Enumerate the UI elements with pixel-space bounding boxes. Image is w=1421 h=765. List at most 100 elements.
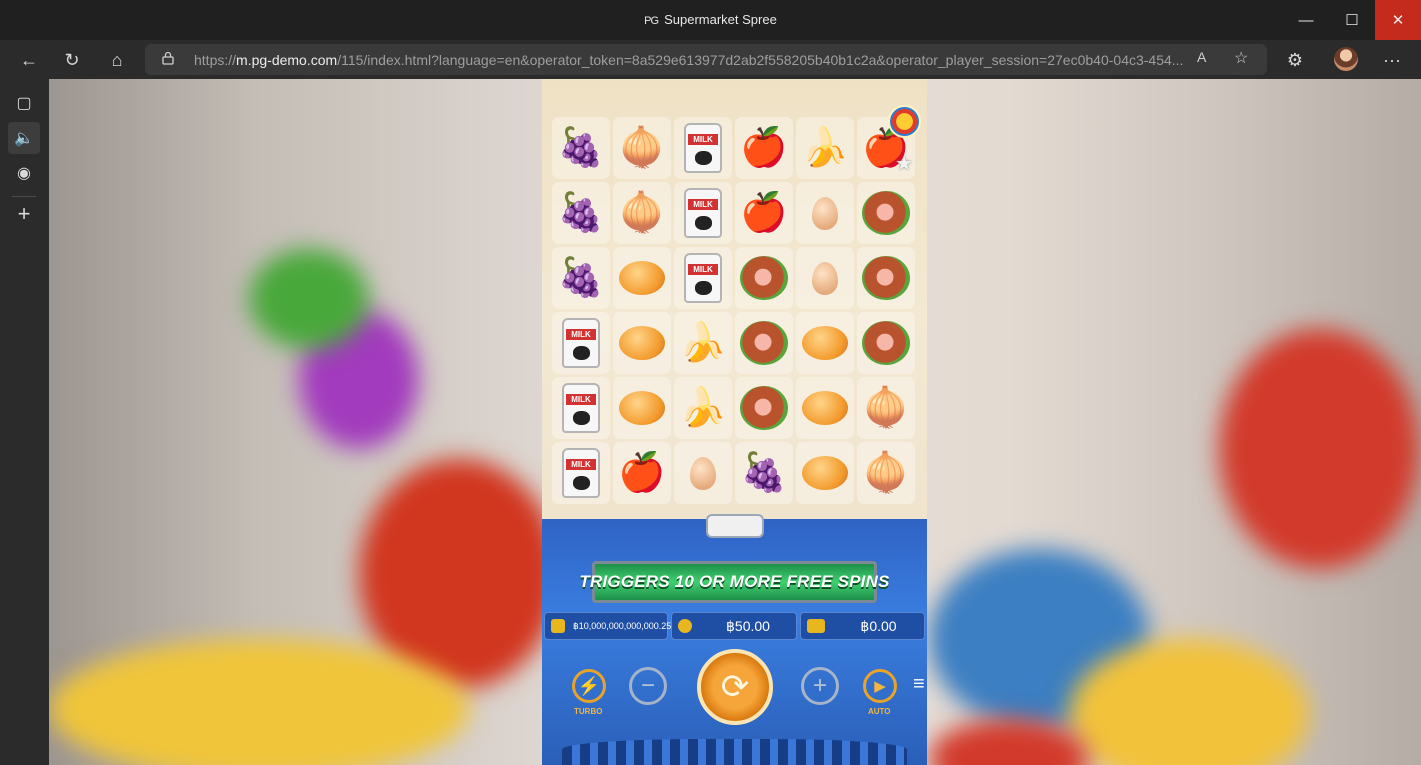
grape-icon: 🍇 <box>740 452 788 494</box>
ghost-icon[interactable]: ◉ <box>8 157 40 189</box>
basket-grill <box>562 739 907 765</box>
balance-display[interactable]: ฿10,000,000,000,000.25 <box>544 612 672 640</box>
reel-grid[interactable]: 🍇 🧅 MILK 🍎 🍌 🍎 ★ 🍇 🧅 MILK 🍎 🍇 MILK MILK 🍌 MILK 🍌 🧅 MILK 🍎 🍇 🧅 <box>552 117 918 509</box>
minimize-button[interactable]: — <box>1283 0 1329 40</box>
reel-cell <box>796 377 854 439</box>
decrease-bet-button[interactable]: − <box>629 667 667 705</box>
cow-spot <box>573 411 590 425</box>
milk-label: MILK <box>688 264 718 275</box>
read-aloud-icon[interactable]: A <box>1197 49 1206 65</box>
sidebar-divider <box>12 196 36 197</box>
reel-cell <box>674 442 732 504</box>
url-host: m.pg-demo.com <box>236 52 338 68</box>
cow-spot <box>695 216 712 230</box>
win-icon <box>807 619 825 633</box>
wallet-icon <box>551 619 565 633</box>
apple-icon: 🍎 <box>740 127 788 169</box>
reel-cell <box>796 247 854 309</box>
turbo-button[interactable]: ⚡ <box>572 669 606 703</box>
milk-icon: MILK <box>684 188 722 238</box>
milk-label: MILK <box>566 394 596 405</box>
slot-game[interactable]: 🍇 🧅 MILK 🍎 🍌 🍎 ★ 🍇 🧅 MILK 🍎 🍇 MILK MILK 🍌 MILK 🍌 🧅 MILK 🍎 🍇 🧅… <box>542 79 927 765</box>
ham-icon <box>740 386 788 430</box>
star-icon: ★ <box>895 153 913 175</box>
more-menu-button[interactable]: ··· <box>1376 44 1408 76</box>
reel-cell: MILK <box>552 377 610 439</box>
profile-avatar[interactable] <box>1334 47 1358 71</box>
reel-cell: MILK <box>552 442 610 504</box>
reel-cell <box>796 442 854 504</box>
bread-icon <box>619 326 665 360</box>
egg-icon <box>812 261 838 295</box>
audio-icon[interactable]: 🔈 <box>8 122 40 154</box>
milk-icon: MILK <box>562 448 600 498</box>
pg-logo-icon: PG <box>644 15 659 27</box>
reel-cell <box>613 377 671 439</box>
bread-icon <box>802 456 848 490</box>
reel-cell <box>796 182 854 244</box>
milk-icon: MILK <box>684 123 722 173</box>
cow-spot <box>695 281 712 295</box>
reel-cell: 🍌 <box>796 117 854 179</box>
bread-icon <box>802 391 848 425</box>
turbo-label: TURBO <box>574 707 603 716</box>
reel-cell <box>857 247 915 309</box>
menu-icon[interactable]: ≡ <box>913 674 925 694</box>
ham-icon <box>740 321 788 365</box>
url-prefix: https:// <box>194 52 237 68</box>
reel-cell: 🍌 <box>674 312 732 374</box>
onion-icon: 🧅 <box>862 452 910 494</box>
banana-icon: 🍌 <box>679 387 727 429</box>
tab-actions-icon[interactable]: ▢ <box>8 87 40 119</box>
extensions-icon[interactable]: ⚙ <box>1279 44 1311 76</box>
reel-cell: 🧅 <box>613 117 671 179</box>
scatter-badge-icon <box>888 105 921 138</box>
bread-icon <box>619 391 665 425</box>
ham-icon <box>740 256 788 300</box>
banana-icon: 🍌 <box>679 322 727 364</box>
grape-icon: 🍇 <box>557 257 605 299</box>
egg-icon <box>690 456 716 490</box>
bet-display[interactable]: ฿50.00 <box>671 612 797 640</box>
reel-cell: 🍇 <box>552 117 610 179</box>
reel-cell <box>796 312 854 374</box>
win-display: ฿0.00 <box>800 612 925 640</box>
close-button[interactable]: ✕ <box>1375 0 1421 40</box>
win-value: ฿0.00 <box>860 617 897 634</box>
spin-button[interactable]: ⟳ <box>697 649 773 725</box>
add-icon[interactable]: + <box>8 198 40 230</box>
reel-cell: 🍎 <box>735 182 793 244</box>
reel-cell <box>613 247 671 309</box>
info-bar: ฿10,000,000,000,000.25 ฿50.00 ฿0.00 <box>544 612 925 640</box>
reel-cell: 🍎 <box>735 117 793 179</box>
coins-icon <box>678 619 692 633</box>
reel-cell: 🧅 <box>857 377 915 439</box>
milk-icon: MILK <box>562 383 600 433</box>
balance-value: ฿10,000,000,000,000.25 <box>573 620 672 631</box>
back-button[interactable]: ← <box>13 44 45 76</box>
increase-bet-button[interactable]: + <box>801 667 839 705</box>
reel-cell <box>857 312 915 374</box>
blurred-greens <box>249 249 369 349</box>
milk-label: MILK <box>566 459 596 470</box>
reel-cell <box>735 247 793 309</box>
ham-icon <box>862 256 910 300</box>
reload-button[interactable]: ↻ <box>56 44 88 76</box>
maximize-button[interactable]: ☐ <box>1329 0 1375 40</box>
game-controls: ⚡ TURBO − ⟳ + ▶ AUTO ≡ <box>542 649 927 729</box>
bet-value: ฿50.00 <box>726 617 770 634</box>
basket-handle <box>706 514 764 538</box>
onion-icon: 🧅 <box>618 127 666 169</box>
browser-toolbar: ← ↻ ⌂ https://m.pg-demo.com/115/index.ht… <box>0 40 1421 79</box>
reel-cell <box>613 312 671 374</box>
address-bar[interactable]: https://m.pg-demo.com/115/index.html?lan… <box>145 44 1267 75</box>
browser-sidebar: ▢ 🔈 ◉ + <box>0 79 49 765</box>
favorites-icon[interactable]: ☆ <box>1234 48 1248 68</box>
title-bar: PG Supermarket Spree — ☐ ✕ <box>0 0 1421 40</box>
lock-icon[interactable] <box>161 51 175 65</box>
ham-icon <box>862 321 910 365</box>
autoplay-button[interactable]: ▶ <box>863 669 897 703</box>
url-text[interactable]: https://m.pg-demo.com/115/index.html?lan… <box>194 52 1194 68</box>
home-button[interactable]: ⌂ <box>101 44 133 76</box>
milk-icon: MILK <box>562 318 600 368</box>
